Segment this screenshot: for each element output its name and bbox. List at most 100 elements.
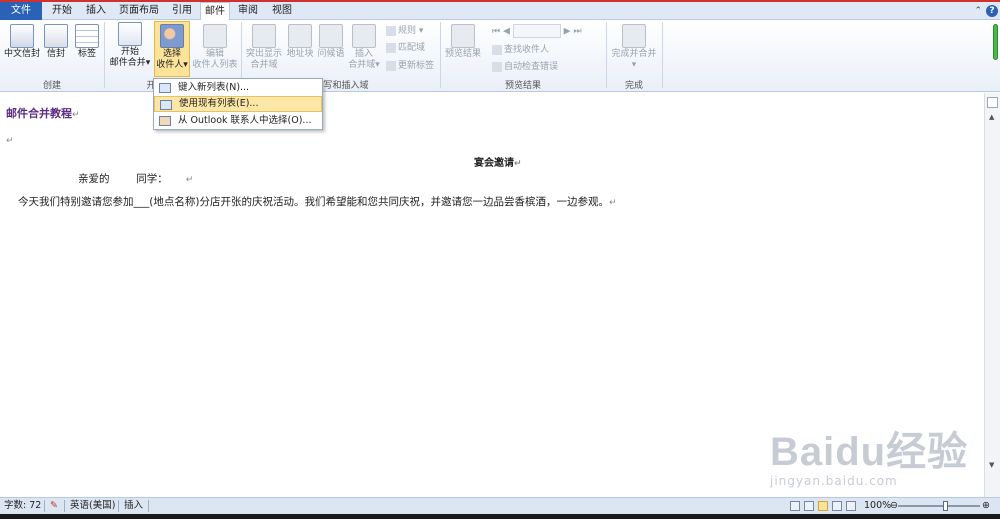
tab-review[interactable]: 审阅 (234, 2, 262, 20)
labels-label: 标签 (77, 49, 96, 59)
menu-item-label: 键入新列表(N)... (178, 82, 250, 93)
help-icon[interactable]: ? (986, 5, 998, 17)
print-layout-view-icon[interactable] (790, 501, 800, 511)
address-block-icon (288, 24, 312, 48)
update-labels-icon (386, 60, 396, 71)
window-controls: ⌃ ? (974, 4, 998, 18)
previous-record-icon[interactable]: ◀ (503, 27, 510, 37)
status-separator (118, 500, 119, 512)
document-icon (118, 22, 142, 46)
tab-home[interactable]: 开始 (48, 2, 76, 20)
rules-label: 规则 (398, 26, 417, 36)
match-fields-label: 匹配域 (398, 43, 426, 53)
next-record-icon[interactable]: ▶ (564, 27, 571, 37)
zoom-slider[interactable] (898, 505, 980, 507)
menu-item-outlook-contacts[interactable]: 从 Outlook 联系人中选择(O)... (154, 113, 322, 129)
web-layout-view-icon[interactable] (818, 501, 828, 511)
preview-icon (451, 24, 475, 48)
envelope-icon (44, 24, 68, 48)
minimize-ribbon-icon[interactable]: ⌃ (974, 6, 982, 16)
word-count[interactable]: 字数: 72 (4, 498, 41, 514)
watermark-logo: Baidu经验 (770, 430, 969, 474)
menu-item-label: 从 Outlook 联系人中选择(O)... (178, 115, 312, 126)
tab-view[interactable]: 视图 (268, 2, 296, 20)
tab-mailings[interactable]: 邮件 (200, 2, 230, 21)
select-recipients-button[interactable]: 选择 收件人▾ (154, 21, 190, 77)
start-mail-merge-button[interactable]: 开始 邮件合并▾ (108, 22, 152, 69)
labels-icon (75, 24, 99, 48)
record-navigation: ⏮ ◀ ▶ ⏭ (492, 24, 582, 38)
match-fields-button[interactable]: 匹配域 (386, 42, 425, 54)
menu-item-type-new-list[interactable]: 键入新列表(N)... (154, 80, 322, 96)
dropdown-arrow-icon: ▾ (145, 58, 151, 68)
document-heading-line: 邮件合并教程↵ (6, 105, 80, 121)
status-separator (148, 500, 149, 512)
zoom-slider-thumb[interactable] (943, 501, 948, 511)
greeting-line-button[interactable]: 问候语 (316, 24, 346, 60)
update-labels-button[interactable]: 更新标签 (386, 60, 434, 72)
select-recipients-menu: 键入新列表(N)... 使用现有列表(E)... 从 Outlook 联系人中选… (153, 78, 323, 130)
outline-view-icon[interactable] (832, 501, 842, 511)
status-separator (64, 500, 65, 512)
envelope-icon (10, 24, 34, 48)
ruler-toggle-icon[interactable] (987, 97, 998, 108)
paragraph-mark: ↵ (608, 198, 617, 208)
group-separator (662, 22, 663, 88)
highlight-merge-fields-button[interactable]: 突出显示 合并域 (244, 24, 284, 71)
preview-results-label: 预览结果 (444, 49, 481, 59)
status-bar: 字数: 72 ✎ 英语(美国) 插入 100% ⊖ ⊕ (0, 497, 1000, 514)
edit-recipient-list-button[interactable]: 编辑 收件人列表 (192, 24, 238, 71)
zoom-out-icon[interactable]: ⊖ (890, 498, 898, 514)
new-list-icon (159, 83, 171, 93)
finish-merge-button[interactable]: 完成并合并 ▾ (608, 24, 660, 71)
insert-field-icon (352, 24, 376, 48)
envelope-button[interactable]: 信封 (44, 24, 68, 60)
greeting-line-label: 问候语 (317, 49, 345, 59)
document-heading: 邮件合并教程 (6, 107, 72, 120)
rules-button[interactable]: 规则 ▾ (386, 25, 423, 37)
preview-results-button[interactable]: 预览结果 (443, 24, 483, 60)
tab-insert[interactable]: 插入 (82, 2, 110, 20)
proofing-icon[interactable]: ✎ (50, 498, 58, 514)
scroll-up-icon[interactable]: ▲ (989, 113, 994, 121)
labels-button[interactable]: 标签 (74, 24, 100, 60)
address-block-button[interactable]: 地址块 (285, 24, 315, 60)
dropdown-arrow-icon: ▾ (375, 60, 380, 70)
paragraph-mark: ↵ (185, 175, 194, 185)
insert-merge-field-button[interactable]: 插入 合并域▾ (347, 24, 381, 71)
find-recipient-button[interactable]: 查找收件人 (492, 44, 549, 56)
menu-item-use-existing-list[interactable]: 使用现有列表(E)... (154, 96, 322, 112)
vertical-scrollbar[interactable]: ▲ ▼ (984, 93, 1000, 497)
tab-file[interactable]: 文件 (0, 2, 42, 20)
insert-mode-indicator[interactable]: 插入 (124, 498, 143, 514)
group-label-preview: 预览结果 (504, 81, 541, 91)
baidu-watermark: Baidu经验 jingyan.baidu.com (770, 430, 980, 490)
insert-field-label-1: 插入 (354, 49, 373, 59)
find-recipient-label: 查找收件人 (504, 45, 550, 55)
start-mail-merge-label-2: 邮件合并 (109, 58, 146, 68)
last-record-icon[interactable]: ⏭ (573, 27, 581, 37)
zoom-in-icon[interactable]: ⊕ (982, 498, 990, 514)
address-block-label: 地址块 (286, 49, 314, 59)
first-record-icon[interactable]: ⏮ (492, 27, 500, 37)
group-separator (606, 22, 607, 88)
match-fields-icon (386, 42, 396, 53)
body-paragraph: 今天我们特别邀请您参加___(地点名称)分店开张的庆祝活动。我们希望能和您共同庆… (18, 196, 609, 208)
full-screen-reading-icon[interactable] (804, 501, 814, 511)
tab-references[interactable]: 引用 (168, 2, 196, 20)
language-indicator[interactable]: 英语(美国) (70, 498, 115, 514)
draft-view-icon[interactable] (846, 501, 856, 511)
scroll-down-icon[interactable]: ▼ (989, 461, 994, 469)
group-separator (104, 22, 105, 88)
greeting-line: 亲爱的 同学： ↵ (78, 171, 193, 186)
auto-check-errors-button[interactable]: 自动检查错误 (492, 61, 558, 73)
record-number-input[interactable] (512, 24, 561, 38)
empty-line: ↵ (6, 133, 14, 146)
ribbon-tab-bar: 文件 开始 插入 页面布局 引用 邮件 审阅 视图 ⌃ ? (0, 2, 1000, 21)
finish-merge-icon (622, 24, 646, 48)
tab-page-layout[interactable]: 页面布局 (116, 2, 162, 20)
dropdown-arrow-icon: ▾ (183, 60, 188, 70)
zoom-level[interactable]: 100% (864, 498, 891, 514)
highlight-label-2: 合并域 (250, 60, 278, 70)
chinese-envelope-button[interactable]: 中文信封 (3, 24, 41, 60)
